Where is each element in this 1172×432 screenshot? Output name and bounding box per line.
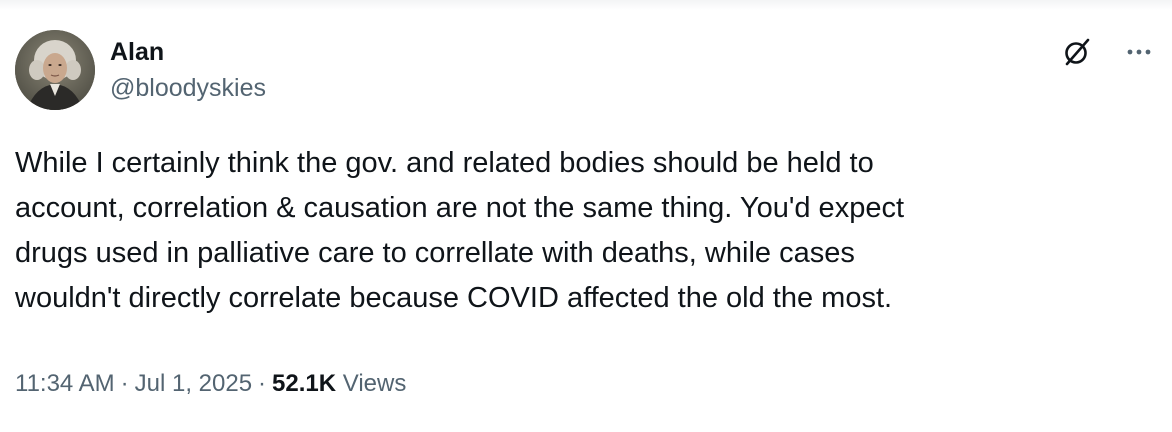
- tweet-header: Alan @bloodyskies: [15, 30, 1155, 110]
- author-identity: Alan @bloodyskies: [110, 37, 266, 103]
- handle[interactable]: @bloodyskies: [110, 73, 266, 103]
- tweet-text: While I certainly think the gov. and rel…: [15, 147, 905, 314]
- avatar[interactable]: [15, 30, 95, 110]
- portrait-avatar-icon: [15, 30, 95, 110]
- meta-separator: ·: [258, 370, 267, 397]
- meta-separator: ·: [120, 370, 129, 397]
- views-count[interactable]: 52.1K: [272, 370, 336, 397]
- top-divider: [0, 0, 1172, 10]
- tweet-date[interactable]: Jul 1, 2025: [135, 370, 252, 397]
- more-icon[interactable]: [1123, 36, 1155, 68]
- tweet-time[interactable]: 11:34 AM: [15, 370, 115, 397]
- grok-icon[interactable]: [1061, 36, 1093, 68]
- views-label[interactable]: Views: [343, 370, 407, 397]
- tweet-meta: 11:34 AM · Jul 1, 2025 · 52.1K Views: [15, 366, 406, 402]
- display-name[interactable]: Alan: [110, 37, 266, 67]
